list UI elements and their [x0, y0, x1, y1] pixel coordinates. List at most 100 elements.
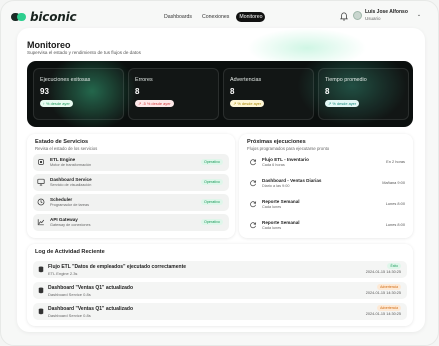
- service-row[interactable]: Dashboard Service Servicio de visualizac…: [33, 174, 229, 191]
- log-timestamp: 2024-01-15 14:30:25: [365, 312, 401, 316]
- user-name: Luis Jose Alfonso: [365, 9, 408, 15]
- schedule-desc: Diario a las 9:00: [262, 184, 290, 188]
- status-badge: Advertencia: [377, 284, 401, 290]
- log-timestamp: 2024-01-15 14:30:25: [365, 270, 401, 274]
- metric-label: Errores: [135, 77, 153, 83]
- schedule-card: Próximas ejecuciones Flujos programados …: [239, 134, 413, 238]
- refresh-icon: [250, 180, 257, 187]
- chevron-down-icon[interactable]: ⌄: [417, 12, 421, 18]
- app-frame: biconic Dashboards Conexiones Monitoreo …: [0, 0, 439, 346]
- schedule-title: Próximas ejecuciones: [247, 139, 306, 145]
- logo-mark-icon: [11, 12, 27, 22]
- schedule-row[interactable]: Reporte Semanal Cada lunes Lunes 8:00: [245, 217, 405, 235]
- schedule-name: Reporte Semanal: [262, 199, 300, 204]
- service-name: Scheduler: [50, 197, 73, 202]
- avatar: [353, 10, 362, 20]
- metric-card-errors: Errores 8 ↗ -5 % desde ayer: [128, 68, 219, 120]
- user-menu[interactable]: Luis Jose Alfonso Usuario ⌄: [353, 9, 421, 21]
- bell-icon[interactable]: [340, 12, 348, 21]
- metric-value: 8: [230, 87, 235, 96]
- metric-card-success: Ejecuciones exitosas 93 ↑ % desde ayer: [33, 68, 124, 120]
- schedule-time: Mañana 9:00: [382, 180, 405, 185]
- metric-card-warnings: Advertencias 8 ↗ % desde ayer: [223, 68, 314, 120]
- database-icon: [38, 266, 44, 273]
- log-row[interactable]: Dashboard "Ventas Q1" actualizado Dashbo…: [33, 303, 407, 320]
- services-subtitle: Revisa el estado de los servicios: [35, 146, 98, 151]
- cpu-icon: [38, 159, 44, 165]
- nav-conexiones[interactable]: Conexiones: [199, 12, 232, 22]
- main-nav: Dashboards Conexiones Monitoreo: [161, 12, 266, 22]
- schedule-desc: Cada 6 horas: [262, 163, 285, 167]
- metric-delta: ↗ % desde ayer: [325, 100, 360, 107]
- schedule-desc: Cada lunes: [262, 205, 282, 209]
- services-title: Estado de Servicios: [35, 139, 89, 145]
- chart-icon: [37, 219, 45, 226]
- status-badge: Operativo: [201, 199, 223, 205]
- metric-delta: ↗ % desde ayer: [230, 100, 265, 107]
- user-role: Usuario: [365, 15, 381, 21]
- schedule-row[interactable]: Dashboard - Ventas Diarias Diario a las …: [245, 175, 405, 193]
- service-row[interactable]: ETL Engine Motor de transformación Opera…: [33, 154, 229, 171]
- metric-label: Ejecuciones exitosas: [40, 77, 91, 83]
- metric-value: 8: [135, 87, 140, 96]
- schedule-name: Dashboard - Ventas Diarias: [262, 178, 322, 183]
- refresh-icon: [250, 222, 257, 229]
- page-title: Monitoreo: [27, 40, 71, 50]
- log-row[interactable]: Dashboard "Ventas Q1" actualizado Dashbo…: [33, 282, 407, 299]
- service-name: ETL Engine: [50, 157, 76, 162]
- database-icon: [38, 308, 44, 315]
- brand-name: biconic: [30, 10, 77, 24]
- clock-icon: [37, 198, 45, 206]
- main-panel: Monitoreo Supervisa el estado y rendimie…: [17, 28, 425, 332]
- schedule-row[interactable]: Reporte Semanal Cada lunes Lunes 8:00: [245, 196, 405, 214]
- refresh-icon: [250, 159, 257, 166]
- service-desc: Programador de tareas: [50, 203, 90, 207]
- schedule-time: Lunes 8:00: [385, 222, 405, 227]
- nav-dashboards[interactable]: Dashboards: [161, 12, 195, 22]
- service-desc: Motor de transformación: [50, 163, 92, 167]
- status-badge: Operativo: [201, 179, 223, 185]
- log-source: Dashboard Service 0.8s: [48, 292, 91, 297]
- metric-delta: ↑ % desde ayer: [40, 100, 73, 107]
- metric-card-avg-time: Tiempo promedio 8 ↗ % desde ayer: [318, 68, 409, 120]
- page-subtitle: Supervisa el estado y rendimiento de tus…: [27, 50, 141, 55]
- service-desc: Gateway de conexiones: [50, 223, 91, 227]
- status-badge: Operativo: [201, 219, 223, 225]
- schedule-name: Flujo ETL - Inventario: [262, 157, 309, 162]
- metric-delta: ↗ -5 % desde ayer: [135, 100, 174, 107]
- schedule-desc: Cada lunes: [262, 226, 282, 230]
- log-row[interactable]: Flujo ETL "Datos de empleados" ejecutado…: [33, 261, 407, 278]
- metric-value: 8: [325, 87, 330, 96]
- service-name: API Gateway: [50, 217, 78, 222]
- schedule-name: Reporte Semanal: [262, 220, 300, 225]
- metric-label: Tiempo promedio: [325, 77, 367, 83]
- brand-logo[interactable]: biconic: [11, 10, 77, 24]
- service-desc: Servicio de visualización: [50, 183, 92, 187]
- schedule-row[interactable]: Flujo ETL - Inventario Cada 6 horas En 2…: [245, 154, 405, 172]
- schedule-time: En 2 horas: [386, 159, 405, 164]
- status-badge: Advertencia: [377, 305, 401, 311]
- metrics-band: Ejecuciones exitosas 93 ↑ % desde ayer E…: [27, 61, 413, 127]
- metric-value: 93: [40, 87, 49, 96]
- status-badge: Operativo: [201, 159, 223, 165]
- monitor-icon: [37, 178, 45, 186]
- services-card: Estado de Servicios Revisa el estado de …: [27, 134, 235, 238]
- service-row[interactable]: API Gateway Gateway de conexiones Operat…: [33, 214, 229, 231]
- metric-label: Advertencias: [230, 77, 262, 83]
- status-badge: Éxito: [387, 263, 401, 269]
- service-row[interactable]: Scheduler Programador de tareas Operativ…: [33, 194, 229, 211]
- activity-card: Log de Actividad Reciente Flujo ETL "Dat…: [27, 244, 413, 326]
- log-source: Dashboard Service 0.8s: [48, 313, 91, 318]
- log-title: Dashboard "Ventas Q1" actualizado: [48, 285, 134, 291]
- log-timestamp: 2024-01-15 14:30:25: [365, 291, 401, 295]
- schedule-time: Lunes 8:00: [385, 201, 405, 206]
- service-name: Dashboard Service: [50, 177, 92, 182]
- schedule-subtitle: Flujos programados para ejecutarse pront…: [247, 146, 330, 151]
- nav-monitoreo[interactable]: Monitoreo: [236, 12, 266, 22]
- refresh-icon: [250, 201, 257, 208]
- database-icon: [38, 287, 44, 294]
- log-title: Flujo ETL "Datos de empleados" ejecutado…: [48, 264, 187, 270]
- activity-title: Log de Actividad Reciente: [35, 249, 105, 255]
- log-title: Dashboard "Ventas Q1" actualizado: [48, 306, 134, 312]
- log-source: ETL Engine 2.3s: [48, 271, 78, 276]
